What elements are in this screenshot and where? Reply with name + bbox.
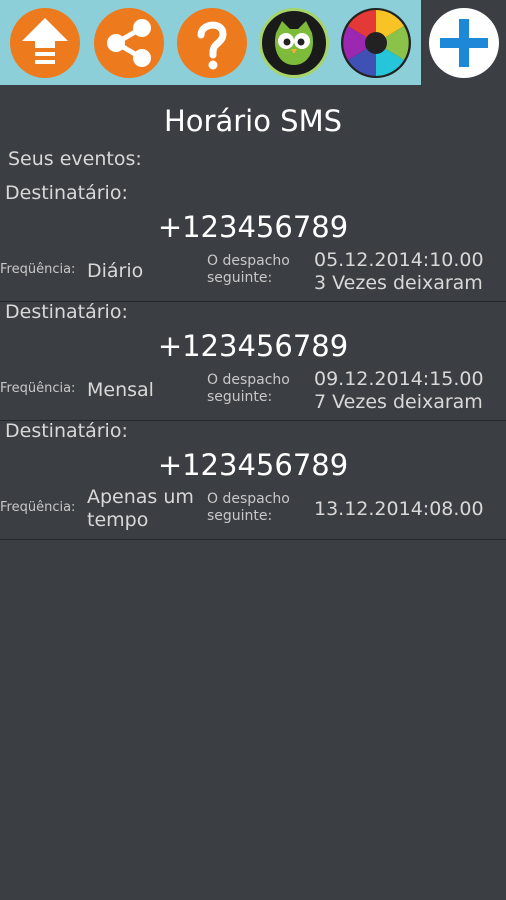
frequency-value: Mensal	[87, 379, 154, 401]
recipient-label: Destinatário:	[5, 182, 128, 204]
event-item[interactable]: Destinatário: +123456789 Freqüência: Ape…	[0, 420, 506, 540]
frequency-label: Freqüência:	[0, 500, 76, 515]
events-label: Seus eventos:	[8, 148, 142, 170]
frequency-value: Diário	[87, 260, 144, 282]
toolbar	[0, 0, 421, 85]
next-dispatch-label: O despacho seguinte:	[207, 253, 290, 286]
next-dispatch-date: 05.12.2014:10.00	[314, 249, 484, 271]
next-dispatch-date: 13.12.2014:08.00	[314, 498, 484, 520]
add-event-button[interactable]	[421, 0, 506, 85]
plus-icon[interactable]	[429, 8, 499, 78]
frequency-label: Freqüência:	[0, 262, 76, 277]
frequency-label: Freqüência:	[0, 381, 76, 396]
event-item[interactable]: Destinatário: +123456789 Freqüência: Diá…	[0, 182, 506, 302]
next-dispatch-date: 09.12.2014:15.00	[314, 368, 484, 390]
recipient-label: Destinatário:	[5, 420, 128, 442]
next-dispatch-label: O despacho seguinte:	[207, 491, 290, 524]
next-dispatch-value: 09.12.2014:15.00 7 Vezes deixaram	[314, 368, 484, 414]
aperture-icon[interactable]	[341, 8, 411, 78]
help-icon[interactable]	[177, 8, 247, 78]
recipient-phone: +123456789	[157, 448, 349, 482]
up-arrow-icon[interactable]	[10, 8, 80, 78]
event-item[interactable]: Destinatário: +123456789 Freqüência: Men…	[0, 301, 506, 421]
next-dispatch-value: 13.12.2014:08.00	[314, 498, 484, 521]
recipient-label: Destinatário:	[5, 301, 128, 323]
remaining-count: 3 Vezes deixaram	[314, 272, 483, 294]
recipient-phone: +123456789	[157, 329, 349, 363]
page-title: Horário SMS	[163, 104, 343, 138]
owl-icon[interactable]	[259, 8, 329, 78]
next-dispatch-label: O despacho seguinte:	[207, 372, 290, 405]
remaining-count: 7 Vezes deixaram	[314, 391, 483, 413]
next-dispatch-value: 05.12.2014:10.00 3 Vezes deixaram	[314, 249, 484, 295]
recipient-phone: +123456789	[157, 210, 349, 244]
share-icon[interactable]	[94, 8, 164, 78]
frequency-value: Apenas um tempo	[87, 486, 194, 531]
